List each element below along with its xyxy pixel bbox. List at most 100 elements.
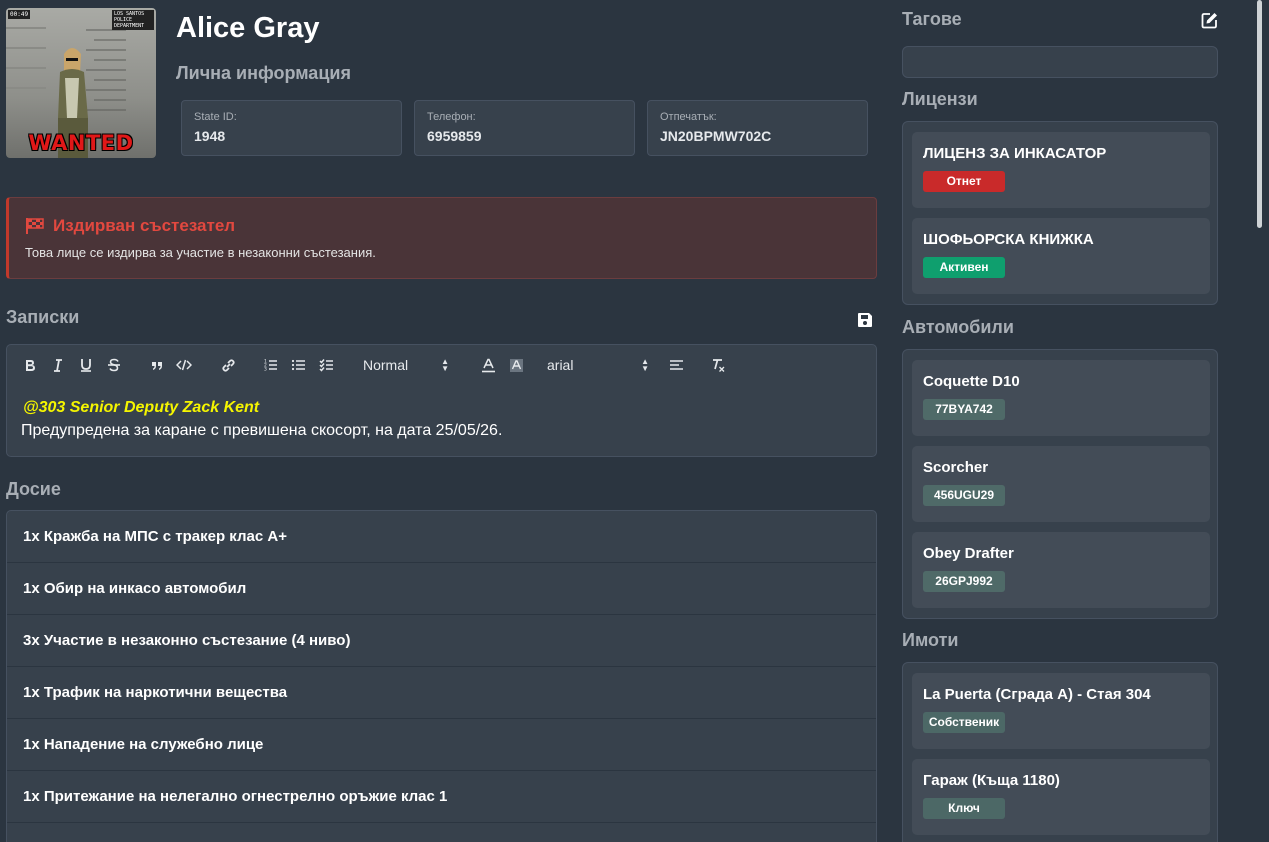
vehicle-card[interactable]: Scorcher 456UGU29	[912, 446, 1210, 522]
properties-heading: Имоти	[902, 630, 959, 650]
license-status-badge: Активен	[923, 257, 1005, 278]
editor-toolbar: 123 Normal ▲ ▼ arial ▲ ▼	[7, 345, 876, 385]
notes-heading: Записки	[6, 307, 80, 327]
blockquote-button[interactable]	[148, 355, 166, 375]
select-arrows-icon: ▲ ▼	[641, 357, 649, 373]
alert-title: Издирван състезател	[53, 216, 236, 235]
phone-field: Телефон: 6959859	[414, 100, 635, 156]
clear-format-button[interactable]	[709, 355, 727, 375]
properties-panel: La Puerta (Сграда А) - Стая 304 Собствен…	[902, 662, 1218, 842]
right-column: Тагове Лицензи ЛИЦЕНЗ ЗА ИНКАСАТОР Отнет…	[902, 0, 1218, 842]
person-name: Alice Gray	[176, 12, 320, 44]
left-column: 00:49 LOS SANTOS POLICE DEPARTMENT WANTE…	[0, 0, 884, 842]
state-id-value: 1948	[194, 128, 226, 144]
profile-page: 00:49 LOS SANTOS POLICE DEPARTMENT WANTE…	[0, 0, 1269, 842]
phone-value: 6959859	[427, 128, 482, 144]
underline-icon	[81, 359, 91, 372]
strikethrough-icon	[108, 358, 120, 372]
property-card[interactable]: Гараж (Къща 1180) Ключ	[912, 759, 1210, 835]
bold-icon	[26, 360, 35, 371]
license-title: ШОФЬОРСКА КНИЖКА	[923, 231, 1094, 248]
note-author: @303 Senior Deputy Zack Kent	[23, 399, 260, 416]
license-card: ЛИЦЕНЗ ЗА ИНКАСАТОР Отнет	[912, 132, 1210, 208]
dosie-item	[7, 823, 876, 842]
wanted-racer-alert: Издирван състезател Това лице се издирва…	[6, 197, 877, 279]
svg-text:3: 3	[264, 367, 267, 373]
dosie-item: 1x Обир на инкасо автомобил	[7, 563, 876, 615]
vehicle-card[interactable]: Obey Drafter 26GPJ992	[912, 532, 1210, 608]
alert-description: Това лице се издирва за участие в незако…	[25, 245, 376, 260]
bullet-list-icon	[291, 359, 305, 371]
property-role-badge: Собственик	[923, 712, 1005, 733]
check-list-button[interactable]	[317, 355, 335, 375]
edit-icon[interactable]	[1201, 12, 1218, 29]
link-icon	[221, 358, 235, 372]
strike-button[interactable]	[105, 355, 123, 375]
save-icon[interactable]	[857, 312, 873, 328]
license-title: ЛИЦЕНЗ ЗА ИНКАСАТОР	[923, 145, 1107, 162]
background-color-button[interactable]	[507, 355, 525, 375]
vehicle-model: Coquette D10	[923, 373, 1020, 390]
property-name: Гараж (Къща 1180)	[923, 772, 1060, 789]
underline-button[interactable]	[77, 355, 95, 375]
license-status-badge: Отнет	[923, 171, 1005, 192]
align-button[interactable]	[667, 355, 685, 375]
ordered-list-button[interactable]: 123	[261, 355, 279, 375]
dosie-item: 1x Трафик на наркотични вещества	[7, 667, 876, 719]
notes-editor: 123 Normal ▲ ▼ arial ▲ ▼ @303 Senior Dep…	[6, 344, 877, 457]
property-card[interactable]: La Puerta (Сграда А) - Стая 304 Собствен…	[912, 673, 1210, 749]
text-color-button[interactable]	[479, 355, 497, 375]
bold-button[interactable]	[21, 355, 39, 375]
note-text[interactable]: Предупредена за каране с превишена скосо…	[21, 422, 502, 440]
italic-button[interactable]	[49, 355, 67, 375]
font-family-value: arial	[547, 357, 574, 373]
property-role-badge: Ключ	[923, 798, 1005, 819]
vehicles-heading: Автомобили	[902, 317, 1014, 337]
font-size-value: Normal	[363, 357, 409, 373]
link-button[interactable]	[219, 355, 237, 375]
quote-icon	[152, 362, 162, 370]
check-list-icon	[318, 359, 333, 372]
dosie-item: 1x Притежание на нелегално огнестрелно о…	[7, 771, 876, 823]
clear-format-icon	[713, 358, 725, 372]
alert-title-row: Издирван състезател	[25, 216, 860, 236]
hud-department-label: LOS SANTOS POLICE DEPARTMENT	[112, 10, 154, 30]
mugshot-image: 00:49 LOS SANTOS POLICE DEPARTMENT WANTE…	[6, 8, 156, 158]
scrollbar-thumb[interactable]	[1257, 0, 1262, 228]
fingerprint-label: Отпечатък:	[660, 111, 717, 123]
align-left-icon	[669, 360, 683, 370]
property-name: La Puerta (Сграда А) - Стая 304	[923, 686, 1151, 703]
plate-badge: 26GPJ992	[923, 571, 1005, 592]
dosie-item: 1x Кражба на МПС с тракер клас А+	[7, 511, 876, 563]
bullet-list-button[interactable]	[289, 355, 307, 375]
background-color-icon	[509, 358, 523, 372]
dosie-item: 1x Нападение на служебно лице	[7, 719, 876, 771]
licenses-heading: Лицензи	[902, 89, 978, 109]
vehicle-card[interactable]: Coquette D10 77BYA742	[912, 360, 1210, 436]
italic-icon	[54, 359, 62, 372]
vehicles-panel: Coquette D10 77BYA742 Scorcher 456UGU29 …	[902, 349, 1218, 619]
hud-timestamp: 00:49	[8, 10, 31, 19]
wanted-stamp: WANTED	[28, 131, 134, 155]
phone-label: Телефон:	[427, 111, 476, 123]
license-card: ШОФЬОРСКА КНИЖКА Активен	[912, 218, 1210, 294]
ordered-list-icon: 123	[264, 359, 277, 373]
state-id-field: State ID: 1948	[181, 100, 402, 156]
tags-input[interactable]	[902, 46, 1218, 78]
dosie-list: 1x Кражба на МПС с тракер клас А+ 1x Оби…	[6, 510, 877, 842]
plate-badge: 77BYA742	[923, 399, 1005, 420]
font-size-select[interactable]: Normal ▲ ▼	[363, 355, 449, 375]
licenses-panel: ЛИЦЕНЗ ЗА ИНКАСАТОР Отнет ШОФЬОРСКА КНИЖ…	[902, 121, 1218, 305]
personal-info-heading: Лична информация	[176, 63, 351, 83]
code-button[interactable]	[175, 355, 193, 375]
state-id-label: State ID:	[194, 111, 237, 123]
font-family-select[interactable]: arial ▲ ▼	[547, 355, 649, 375]
select-arrows-icon: ▲ ▼	[441, 357, 449, 373]
checkered-flag-icon	[26, 218, 44, 234]
dosie-item: 3x Участие в незаконно състезание (4 нив…	[7, 615, 876, 667]
tags-heading: Тагове	[902, 9, 962, 29]
vehicle-model: Obey Drafter	[923, 545, 1014, 562]
vehicle-model: Scorcher	[923, 459, 989, 476]
text-color-icon	[481, 358, 495, 372]
dosie-heading: Досие	[6, 479, 61, 499]
